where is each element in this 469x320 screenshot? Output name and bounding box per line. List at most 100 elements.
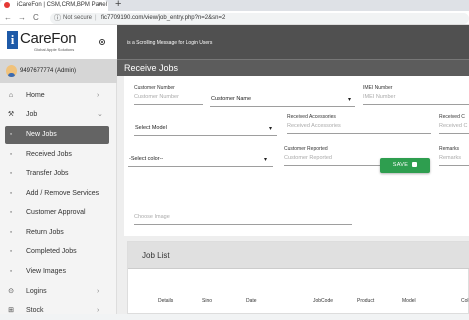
logo-tagline: Global Apple Solutions (34, 47, 75, 52)
favicon-icon (4, 2, 10, 8)
save-button[interactable]: SAVE (380, 158, 430, 173)
job-list-panel: Job List Details Sino Date JobCode Produ… (127, 241, 469, 314)
user-name: 9497677774 (Admin) (20, 68, 77, 74)
sidebar-item-add-remove-services[interactable]: ◦ Add / Remove Services (0, 184, 117, 203)
column-header-date[interactable]: Date (246, 298, 257, 304)
customer-number-label: Customer Number (134, 85, 175, 91)
column-header-col[interactable]: Col (461, 298, 469, 304)
customer-number-input[interactable]: Customer Number (134, 94, 179, 101)
login-icon: ⊙ (8, 288, 14, 295)
sidebar-item-label: Return Jobs (26, 229, 64, 236)
color-caret-icon[interactable]: ▾ (264, 157, 267, 163)
received-c-underline (439, 133, 469, 134)
reload-icon[interactable]: C (33, 12, 39, 23)
chevron-down-icon[interactable]: ⌄ (97, 105, 103, 124)
sidebar-item-home[interactable]: ⌂ Home › (0, 86, 117, 105)
image-upload-input[interactable]: Choose Image (134, 214, 170, 221)
imei-input[interactable]: IMEI Number (363, 94, 395, 101)
sidebar-item-label: Home (26, 92, 45, 99)
sidebar-item-view-images[interactable]: ◦ View Images (0, 262, 117, 281)
chevron-right-icon[interactable]: › (97, 301, 99, 320)
model-select[interactable]: Select Model (135, 125, 167, 132)
model-underline (134, 135, 277, 136)
accessories-label: Received Accessories (287, 114, 336, 120)
chevron-right-icon[interactable]: › (97, 86, 99, 105)
address-bar: ← → C ⓘ Not secure | fic7709190.com/view… (0, 11, 469, 25)
scrolling-message-bar: is a Scrolling Message for Login Users (117, 25, 469, 59)
sidebar-item-label: Completed Jobs (26, 248, 77, 255)
customer-name-caret-icon[interactable]: ▾ (348, 97, 351, 103)
reported-input[interactable]: Customer Reported (284, 155, 332, 162)
sidebar-item-label: Transfer Jobs (26, 170, 69, 177)
customer-name-select[interactable]: Customer Name (211, 96, 251, 103)
new-tab-button[interactable]: + (115, 0, 121, 10)
sidebar-item-label: Job (26, 111, 38, 118)
sidebar-item-label: Customer Approval (26, 209, 86, 216)
received-c-label: Received C (439, 114, 465, 120)
remarks-underline (439, 165, 469, 166)
column-header-model[interactable]: Model (402, 298, 416, 304)
wrench-icon: ⚒ (7, 111, 15, 118)
url-separator: | (95, 15, 97, 21)
job-list-title: Job List (142, 251, 170, 260)
logo[interactable]: i CareFon Global Apple Solutions (0, 25, 117, 59)
sidebar-item-return-jobs[interactable]: ◦ Return Jobs (0, 223, 117, 242)
bullet-icon: ◦ (9, 268, 13, 275)
forward-icon[interactable]: → (18, 12, 26, 23)
sidebar-item-received-jobs[interactable]: ◦ Received Jobs (0, 145, 117, 164)
url-text[interactable]: fic7709190.com/view/job_entry.php?n=2&sn… (101, 14, 225, 23)
receive-job-form: Customer Number Customer Number Customer… (124, 76, 469, 236)
sidebar-item-customer-approval[interactable]: ◦ Customer Approval (0, 203, 117, 222)
security-label: Not secure (63, 15, 93, 21)
page-title: Receive Jobs (124, 63, 179, 73)
sidebar-item-stock[interactable]: ⊞ Stock › (0, 301, 117, 320)
bullet-icon: ◦ (9, 248, 13, 255)
home-icon: ⌂ (8, 92, 14, 99)
bullet-icon: ◦ (9, 170, 13, 177)
browser-tab[interactable]: iCareFon | CSM,CRM,BPM Panel × (0, 0, 108, 11)
sidebar-item-label: Received Jobs (26, 151, 72, 158)
chevron-right-icon[interactable]: › (97, 282, 99, 301)
received-c-input[interactable]: Received C (439, 123, 467, 130)
color-underline (128, 166, 273, 167)
job-list-header: Job List (128, 242, 469, 269)
url-field[interactable]: ⓘ Not secure | fic7709190.com/view/job_e… (50, 13, 469, 24)
column-header-sino[interactable]: Sino (202, 298, 212, 304)
customer-number-underline (134, 104, 203, 105)
accessories-input[interactable]: Received Accessories (287, 123, 341, 130)
security-info-icon[interactable]: ⓘ (54, 14, 61, 23)
column-header-details[interactable]: Details (158, 298, 173, 304)
sidebar-item-completed-jobs[interactable]: ◦ Completed Jobs (0, 242, 117, 261)
bullet-icon: ◦ (9, 190, 13, 197)
browser-tab-bar: iCareFon | CSM,CRM,BPM Panel × + (0, 0, 469, 11)
bullet-icon: ◦ (9, 131, 13, 138)
sidebar-item-job[interactable]: ⚒ Job ⌄ (0, 105, 117, 124)
sidebar-item-transfer-jobs[interactable]: ◦ Transfer Jobs (0, 164, 117, 183)
avatar (6, 65, 17, 77)
user-panel[interactable]: 9497677774 (Admin) (0, 59, 117, 83)
back-icon[interactable]: ← (4, 12, 12, 23)
imei-label: IMEI Number (363, 85, 393, 91)
bullet-icon: ◦ (9, 209, 13, 216)
sidebar-toggle-icon[interactable] (99, 39, 105, 45)
sidebar-item-label: Add / Remove Services (26, 190, 100, 197)
color-select[interactable]: -Select color-- (129, 156, 163, 163)
save-button-label: SAVE (392, 162, 409, 168)
save-icon (412, 161, 418, 167)
scrolling-message: is a Scrolling Message for Login Users (127, 40, 213, 46)
remarks-input[interactable]: Remarks (439, 155, 461, 162)
bullet-icon: ◦ (9, 229, 13, 236)
main-content: is a Scrolling Message for Login Users R… (117, 25, 469, 314)
logo-mark: i (7, 31, 18, 49)
column-header-product[interactable]: Product (357, 298, 374, 304)
sidebar-item-new-jobs[interactable]: ◦ New Jobs (5, 126, 109, 144)
bullet-icon: ◦ (9, 151, 13, 158)
close-tab-icon[interactable]: × (98, 0, 102, 9)
model-caret-icon[interactable]: ▾ (269, 126, 272, 132)
accessories-underline (287, 133, 431, 134)
sidebar-item-logins[interactable]: ⊙ Logins › (0, 282, 117, 301)
sidebar-item-label: Logins (26, 288, 47, 295)
imei-underline (363, 104, 469, 105)
column-header-jobcode[interactable]: JobCode (313, 298, 333, 304)
logo-brand: CareFon (20, 30, 77, 47)
